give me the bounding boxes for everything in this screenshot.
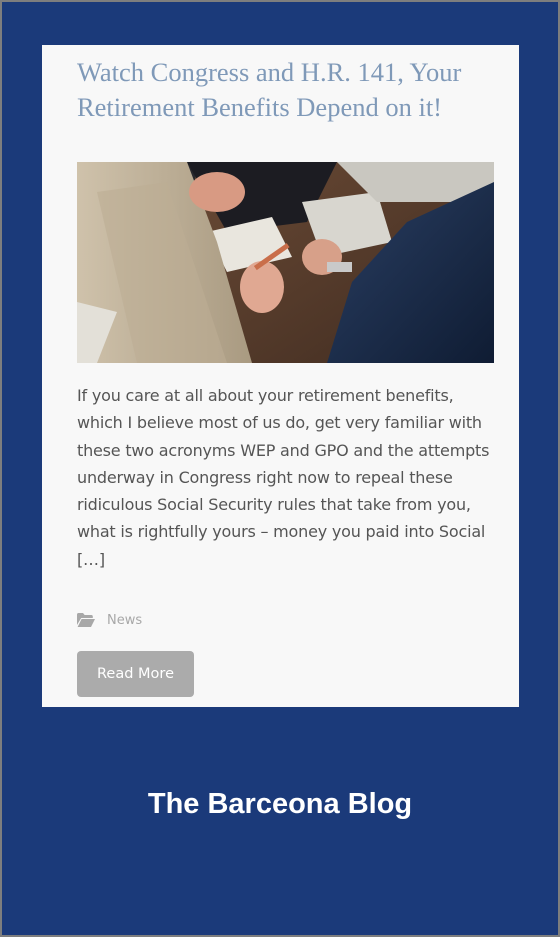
post-excerpt: If you care at all about your retirement…: [77, 386, 490, 569]
read-more-button[interactable]: Read More: [77, 651, 194, 697]
post-featured-image[interactable]: [77, 162, 494, 363]
category-link-news[interactable]: News: [107, 613, 142, 628]
post-title[interactable]: Watch Congress and H.R. 141, Your Retire…: [77, 55, 497, 125]
blog-title: The Barceona Blog: [147, 788, 413, 820]
page: Watch Congress and H.R. 141, Your Retire…: [0, 0, 560, 937]
post-meta: News: [77, 610, 142, 630]
folder-open-icon: [77, 613, 95, 627]
post-card: Watch Congress and H.R. 141, Your Retire…: [42, 45, 519, 707]
business-meeting-photo: [77, 162, 494, 363]
